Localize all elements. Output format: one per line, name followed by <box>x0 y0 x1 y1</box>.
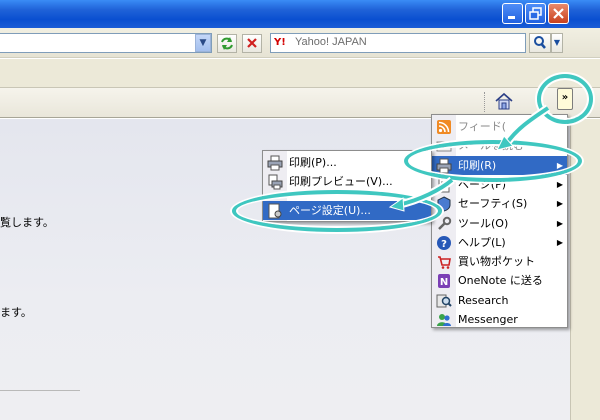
submenu-arrow-icon: ▶ <box>556 218 563 228</box>
content-text-2: ます。 <box>0 306 32 319</box>
submenu-arrow-icon: ▶ <box>556 237 563 247</box>
refresh-button[interactable] <box>217 34 237 53</box>
menu-item-label: Research <box>458 293 509 307</box>
tools-menu-item-5[interactable]: ツール(O) ▶ <box>432 214 567 233</box>
tools-menu-item-7[interactable]: 買い物ポケット <box>432 252 567 271</box>
submenu-arrow-icon: ▶ <box>556 179 563 189</box>
minimize-button[interactable] <box>502 3 523 24</box>
menu-item-label: 印刷プレビュー(V)... <box>289 175 393 188</box>
messenger-icon <box>437 314 451 326</box>
home-icon <box>495 92 513 110</box>
tools-menu-item-8[interactable]: N OneNote に送る <box>432 271 567 290</box>
home-button[interactable] <box>493 90 515 112</box>
stop-icon <box>247 38 257 48</box>
restore-button[interactable] <box>525 3 546 24</box>
refresh-icon <box>221 37 233 50</box>
shopping-icon <box>438 256 451 269</box>
chevron-callout-ring <box>537 74 593 124</box>
svg-text:N: N <box>440 277 448 288</box>
search-icon <box>534 36 546 49</box>
menu-item-label: 印刷(P)... <box>289 156 337 169</box>
menu-item-label: ツール(O) <box>458 216 509 230</box>
content-text-1: 覧します。 <box>0 216 54 229</box>
address-dropdown-button[interactable]: ▼ <box>195 34 211 52</box>
tools-menu-item-4[interactable]: セーフティ(S) ▶ <box>432 194 567 213</box>
print-callout-ring <box>404 140 582 182</box>
feed-icon <box>437 120 451 134</box>
close-icon <box>553 8 564 19</box>
content-divider <box>0 390 80 391</box>
menu-item-label: 買い物ポケット <box>458 255 535 269</box>
stop-button[interactable] <box>242 34 262 53</box>
tools-icon <box>438 216 452 230</box>
menu-item-label: Messenger <box>458 313 518 326</box>
page-setup-callout-ring <box>232 190 442 232</box>
tools-menu-item-6[interactable]: ? ヘルプ(L) ▶ <box>432 233 567 252</box>
research-icon <box>436 294 452 308</box>
minimize-icon <box>508 16 515 19</box>
address-bar-row: ▼ Y! Yahoo! JAPAN ▼ <box>0 28 600 58</box>
help-icon: ? <box>437 235 451 250</box>
tools-menu-item-0[interactable]: フィード( <box>432 117 567 136</box>
tools-menu-item-10[interactable]: Messenger <box>432 310 567 329</box>
restore-icon <box>529 7 542 20</box>
address-input[interactable] <box>0 33 212 53</box>
menu-item-label: フィード( <box>458 120 507 133</box>
tab-band <box>0 59 600 88</box>
print-menu-item-1[interactable]: 印刷プレビュー(V)... <box>263 172 431 191</box>
title-bar <box>0 0 600 28</box>
yahoo-logo-icon: Y! <box>274 37 286 48</box>
search-input[interactable]: Y! Yahoo! JAPAN <box>270 33 526 53</box>
close-button[interactable] <box>548 3 569 24</box>
browser-window: ▼ Y! Yahoo! JAPAN ▼ » 覧します。 ます。 フィード(メー… <box>0 0 600 420</box>
tools-menu-item-9[interactable]: Research <box>432 291 567 310</box>
menu-item-label: セーフティ(S) <box>458 197 528 211</box>
submenu-arrow-icon: ▶ <box>556 199 563 209</box>
search-button[interactable] <box>529 33 551 53</box>
print-preview-icon <box>268 174 283 190</box>
menu-item-label: OneNote に送る <box>458 274 543 288</box>
search-placeholder: Yahoo! JAPAN <box>295 36 367 48</box>
onenote-icon: N <box>438 274 450 289</box>
svg-text:?: ? <box>441 239 447 250</box>
menu-item-label: ヘルプ(L) <box>458 235 506 249</box>
search-options-button[interactable]: ▼ <box>551 33 563 53</box>
printer-icon <box>267 155 283 171</box>
toolbar-separator <box>484 92 485 112</box>
